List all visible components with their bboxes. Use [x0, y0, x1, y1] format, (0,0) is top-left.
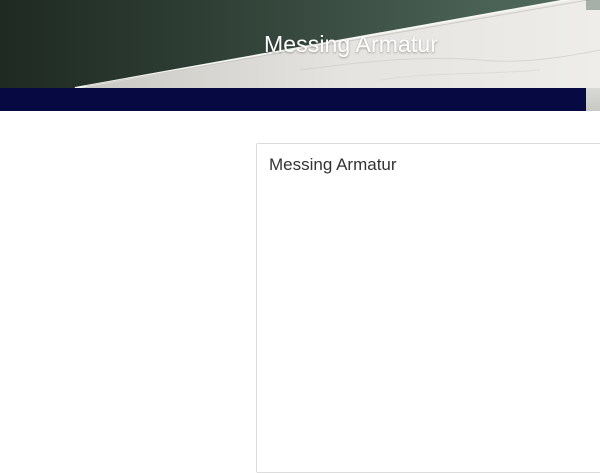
page-title: Messing Armatur [263, 31, 439, 57]
nav-bar-edge [586, 88, 600, 111]
content-card: Messing Armatur [256, 143, 600, 473]
hero-banner: Messing Armatur [0, 0, 600, 88]
navigation-bar [0, 88, 600, 111]
card-title: Messing Armatur [269, 155, 397, 174]
